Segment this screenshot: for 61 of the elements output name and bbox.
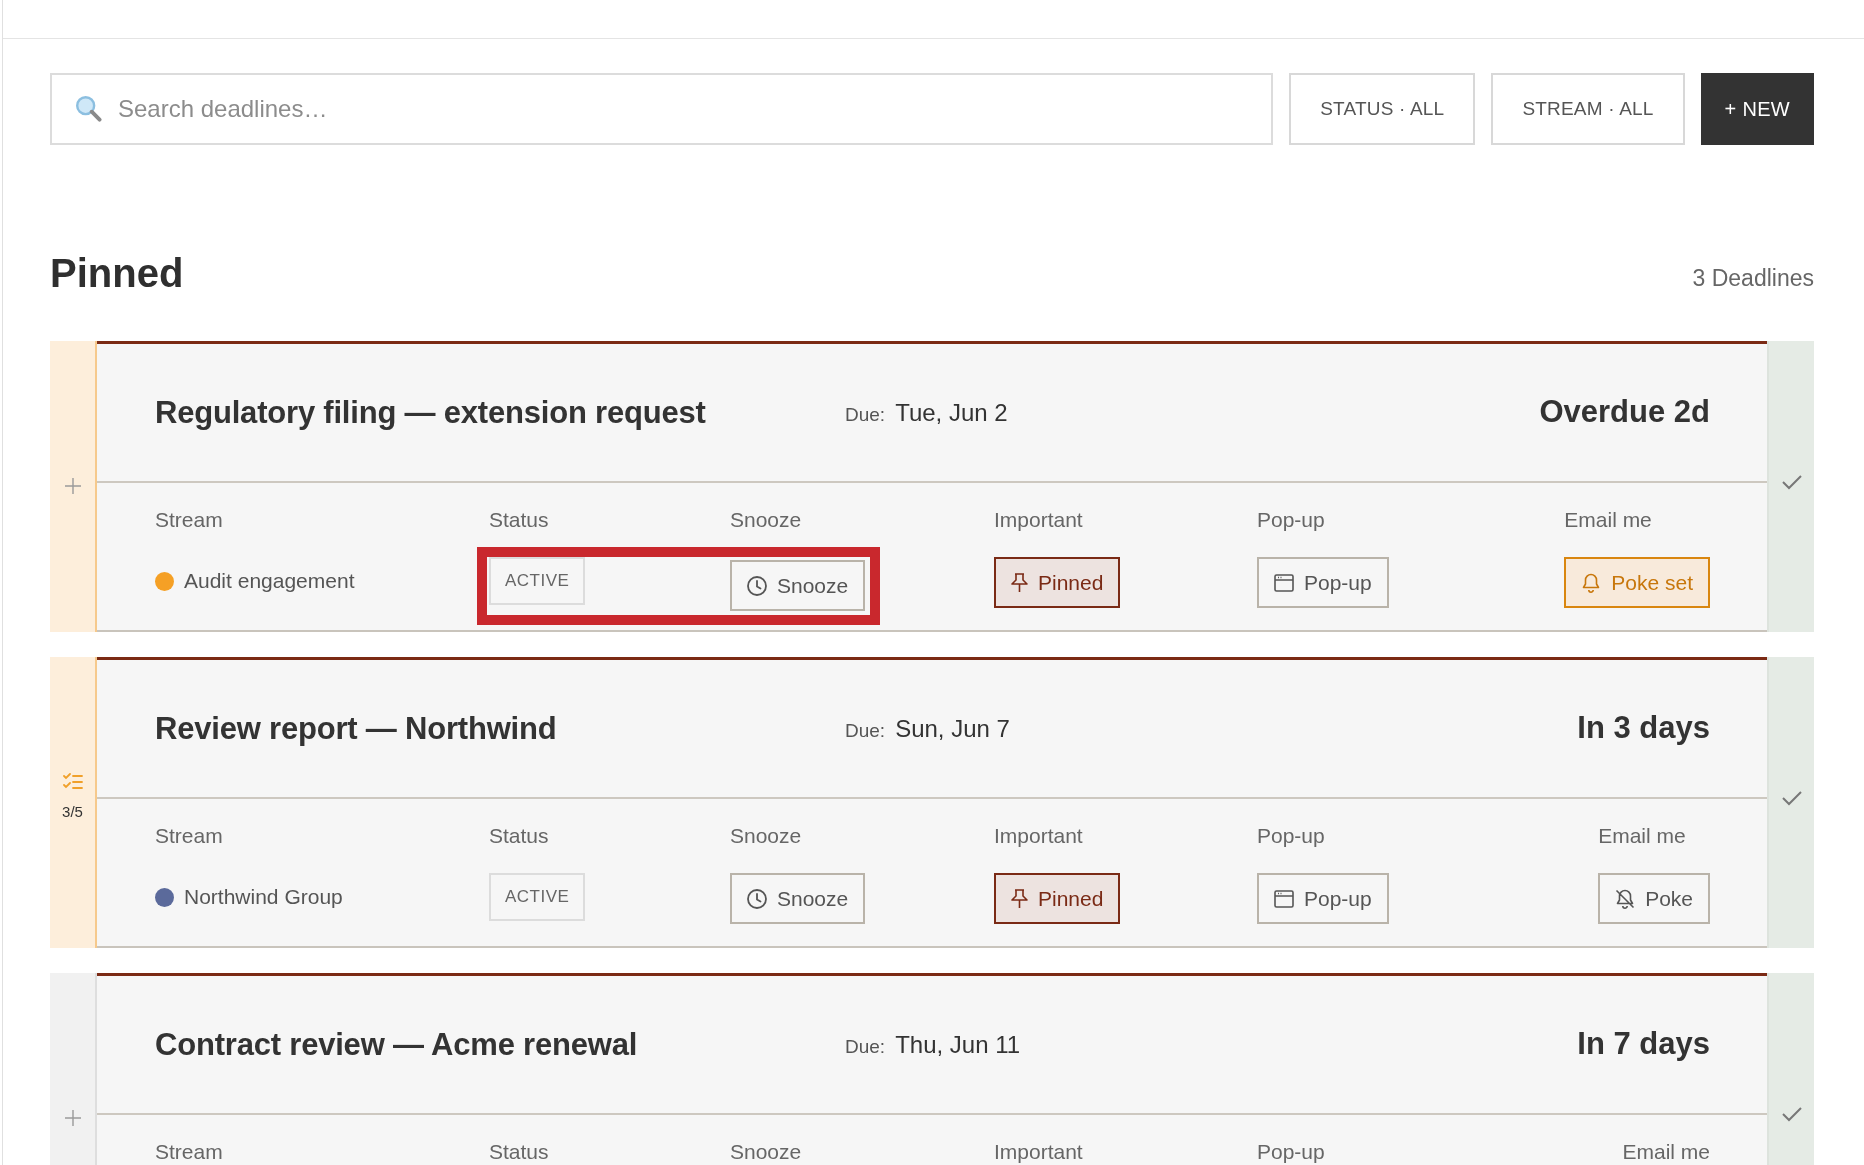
- search-icon: [76, 96, 102, 122]
- window-icon: [1274, 889, 1294, 908]
- relative-due: In 7 days: [1577, 1025, 1710, 1064]
- status-badge: ACTIVE: [489, 557, 586, 605]
- deadline-title: Review report — Northwind: [155, 709, 557, 748]
- window-icon: [1274, 573, 1294, 592]
- filter-button[interactable]: STREAM · ALL: [1491, 73, 1685, 145]
- pin-button[interactable]: Pinned: [994, 557, 1121, 608]
- checklist-icon[interactable]: [62, 773, 83, 791]
- field-label: Stream: [155, 824, 223, 847]
- stream-name: Audit engagement: [184, 568, 355, 595]
- field-label: Pop-up: [1257, 824, 1325, 847]
- new-button[interactable]: + NEW: [1700, 73, 1814, 145]
- field-label: Email me: [1564, 508, 1652, 531]
- due-date: Sun, Jun 7: [895, 713, 1010, 744]
- due-label: Due:: [845, 1034, 886, 1059]
- bell-icon: [1581, 572, 1602, 593]
- pin-button[interactable]: Pinned: [994, 873, 1121, 924]
- pin-icon: [1011, 888, 1028, 909]
- field-label: Stream: [155, 508, 223, 531]
- deadline-count: 3 Deadlines: [1692, 263, 1814, 293]
- plus-icon[interactable]: [64, 478, 81, 494]
- due-date: Thu, Jun 11: [895, 1029, 1021, 1060]
- field-label: Snooze: [730, 824, 802, 847]
- filter-button[interactable]: STATUS · ALL: [1289, 73, 1476, 145]
- field-label: Important: [994, 824, 1083, 847]
- field-label: Important: [994, 1140, 1083, 1163]
- field-label: Pop-up: [1257, 508, 1325, 531]
- plus-icon[interactable]: [64, 1110, 81, 1126]
- check-icon[interactable]: [1781, 474, 1802, 490]
- field-label: Snooze: [730, 508, 802, 531]
- popup-button[interactable]: Pop-up: [1257, 557, 1389, 608]
- field-label: Status: [489, 508, 549, 531]
- field-label: Pop-up: [1257, 1140, 1325, 1163]
- checklist-count: 3/5: [62, 803, 83, 821]
- status-badge: ACTIVE: [489, 873, 586, 921]
- relative-due: Overdue 2d: [1539, 393, 1710, 432]
- deadline-title: Regulatory filing — extension request: [155, 393, 706, 432]
- stream-name: Northwind Group: [184, 884, 343, 911]
- field-label: Email me: [1622, 1140, 1710, 1163]
- deadline-title: Contract review — Acme renewal: [155, 1025, 638, 1064]
- poke-button[interactable]: Poke: [1598, 873, 1710, 924]
- due-label: Due:: [845, 718, 886, 743]
- field-label: Email me: [1598, 824, 1686, 847]
- check-icon[interactable]: [1781, 1106, 1802, 1122]
- clock-icon: [747, 888, 767, 909]
- field-label: Status: [489, 1140, 549, 1163]
- field-label: Status: [489, 824, 549, 847]
- section-title: Pinned: [50, 250, 184, 297]
- relative-due: In 3 days: [1577, 709, 1710, 748]
- due-date: Tue, Jun 2: [895, 397, 1008, 428]
- clock-icon: [747, 575, 767, 596]
- bell-slash-icon: [1615, 888, 1636, 909]
- pin-icon: [1011, 572, 1028, 593]
- field-label: Important: [994, 508, 1083, 531]
- field-label: Snooze: [730, 1140, 802, 1163]
- check-icon[interactable]: [1781, 790, 1802, 806]
- snooze-button[interactable]: Snooze: [730, 873, 866, 924]
- popup-button[interactable]: Pop-up: [1257, 873, 1389, 924]
- due-label: Due:: [845, 402, 886, 427]
- snooze-button[interactable]: Snooze: [730, 560, 866, 611]
